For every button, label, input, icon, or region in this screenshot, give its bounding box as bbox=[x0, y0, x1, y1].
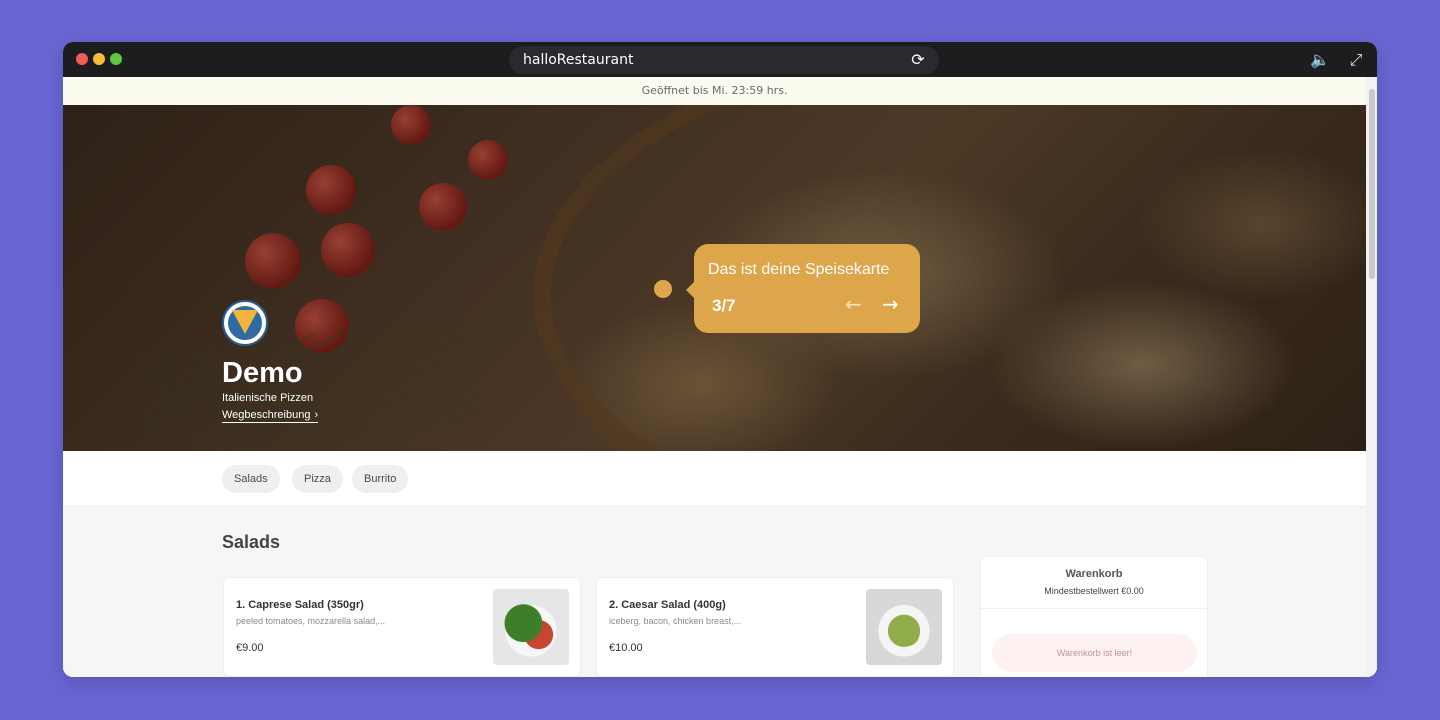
address-bar[interactable]: halloRestaurant ⟳ bbox=[509, 46, 939, 74]
browser-titlebar: halloRestaurant ⟳ 🔈 ⤢ bbox=[63, 42, 1377, 77]
menu-item-card[interactable]: 1. Caprese Salad (350gr) peeled tomatoes… bbox=[223, 577, 581, 677]
tour-step-counter: 3/7 bbox=[712, 296, 736, 315]
shopping-cart-panel: Warenkorb Mindestbestellwert €0.00 Waren… bbox=[980, 556, 1208, 677]
directions-link-label: Wegbeschreibung bbox=[222, 409, 311, 421]
tour-tooltip: Das ist deine Speisekarte 3/7 ← → bbox=[686, 244, 920, 333]
menu-item-price: €9.00 bbox=[236, 642, 264, 654]
chevron-right-icon: › bbox=[314, 409, 319, 421]
reload-icon[interactable]: ⟳ bbox=[909, 51, 927, 69]
menu-item-card[interactable]: 2. Caesar Salad (400g) iceberg, bacon, c… bbox=[596, 577, 954, 677]
address-bar-url: halloRestaurant bbox=[523, 52, 634, 68]
opening-hours-banner: Geöffnet bis Mi. 23:59 hrs. bbox=[63, 77, 1366, 105]
menu-item-title: 2. Caesar Salad (400g) bbox=[609, 599, 726, 611]
arrow-right-icon[interactable]: → bbox=[882, 292, 899, 316]
directions-link[interactable]: Wegbeschreibung › bbox=[222, 409, 319, 423]
restaurant-logo bbox=[222, 300, 268, 346]
menu-section-title: Salads bbox=[222, 532, 281, 552]
browser-window: halloRestaurant ⟳ 🔈 ⤢ Geöffnet bis Mi. 2… bbox=[63, 42, 1377, 677]
menu-item-price: €10.00 bbox=[609, 642, 643, 654]
caprese-salad-image bbox=[493, 589, 569, 665]
cart-title: Warenkorb bbox=[1065, 568, 1123, 580]
close-window-button[interactable] bbox=[76, 53, 88, 65]
caesar-salad-image bbox=[866, 589, 942, 665]
cart-divider bbox=[981, 608, 1207, 609]
arrow-left-icon[interactable]: ← bbox=[845, 292, 862, 316]
restaurant-name: Demo bbox=[222, 357, 303, 389]
maximize-window-button[interactable] bbox=[110, 53, 122, 65]
restaurant-subtitle: Italienische Pizzen bbox=[222, 392, 314, 404]
category-chip-burrito[interactable]: Burrito bbox=[352, 465, 409, 493]
page-scrollbar[interactable] bbox=[1366, 77, 1377, 677]
cart-empty-button[interactable]: Warenkorb ist leer! bbox=[992, 634, 1197, 672]
minimize-window-button[interactable] bbox=[93, 53, 105, 65]
category-bar: Salads Pizza Burrito bbox=[63, 451, 1366, 507]
page-content: Geöffnet bis Mi. 23:59 hrs. Demo Italien… bbox=[63, 77, 1366, 677]
category-chip-salads[interactable]: Salads bbox=[222, 465, 280, 493]
expand-icon[interactable]: ⤢ bbox=[1345, 49, 1367, 71]
cart-minimum-order: Mindestbestellwert €0.00 bbox=[1044, 586, 1144, 596]
menu-item-title: 1. Caprese Salad (350gr) bbox=[236, 599, 364, 611]
scrollbar-thumb[interactable] bbox=[1369, 89, 1375, 279]
tour-beacon bbox=[654, 280, 672, 298]
hero-banner: Demo Italienische Pizzen Wegbeschreibung… bbox=[63, 105, 1366, 451]
menu-item-description: peeled tomatoes, mozzarella salad,... bbox=[236, 616, 386, 626]
tour-tooltip-title: Das ist deine Speisekarte bbox=[708, 261, 890, 278]
speaker-icon[interactable]: 🔈 bbox=[1309, 49, 1331, 71]
menu-item-description: iceberg, bacon, chicken breast,... bbox=[609, 616, 742, 626]
category-chip-pizza[interactable]: Pizza bbox=[292, 465, 343, 493]
pizza-slice-icon bbox=[232, 310, 258, 334]
